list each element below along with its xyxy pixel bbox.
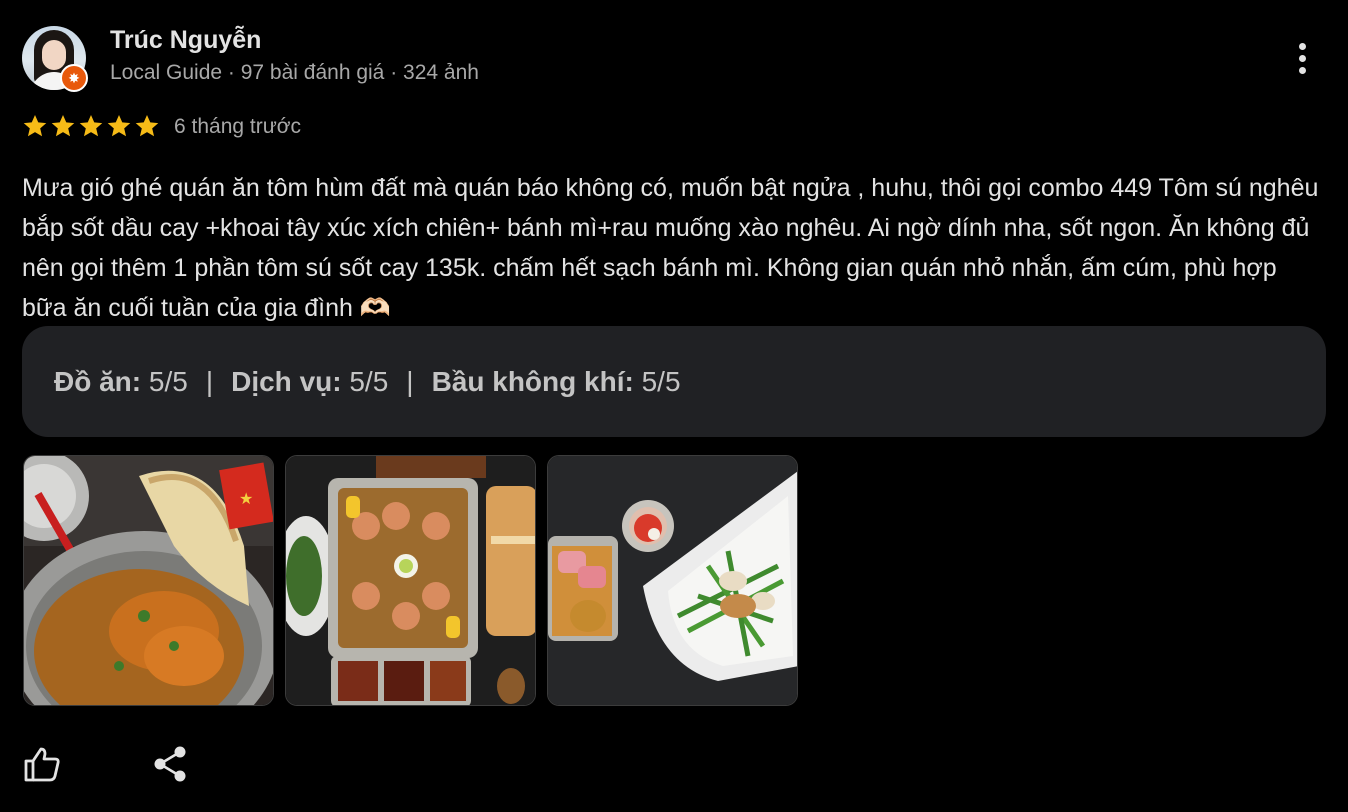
author-meta: Local Guide · 97 bài đánh giá · 324 ảnh [110,61,479,84]
review-time: 6 tháng trước [174,115,302,138]
service-rating-label: Dịch vụ: [231,365,342,397]
sub-ratings: Đồ ăn: 5/5 | Dịch vụ: 5/5 | Bầu không kh… [22,326,1326,437]
local-guide-star-icon: ✸ [60,64,88,92]
divider: | [406,365,414,397]
review-text: Mưa gió ghé quán ăn tôm hùm đất mà quán … [22,174,1319,322]
star-icon [135,114,159,137]
atmosphere-rating-label: Bầu không khí: [431,365,634,397]
food-photo-morning-glory-clams [548,456,797,705]
author-name[interactable]: Trúc Nguyễn [110,26,261,55]
food-photo-shrimp-bread: ★ [24,456,273,705]
star-icon [107,114,131,137]
food-rating-value: 5/5 [148,365,188,397]
review-photo-1[interactable]: ★ [23,455,274,706]
star-icon [51,114,75,137]
share-icon[interactable] [150,744,190,784]
service-rating-value: 5/5 [349,365,389,397]
more-vert-icon[interactable] [1286,40,1318,76]
svg-text:★: ★ [239,491,253,508]
divider: | [205,365,214,397]
star-icon [79,114,103,137]
review-photo-2[interactable] [285,455,536,706]
atmosphere-rating-value: 5/5 [641,365,681,397]
thumbs-up-icon[interactable] [22,744,62,784]
review-photo-3[interactable] [547,455,798,706]
author-avatar[interactable]: ✸ [22,26,88,92]
food-rating-label: Đồ ăn: [54,365,142,397]
star-rating [22,113,160,139]
food-photo-shrimp-clam-tray [286,456,535,705]
star-icon [23,114,47,137]
